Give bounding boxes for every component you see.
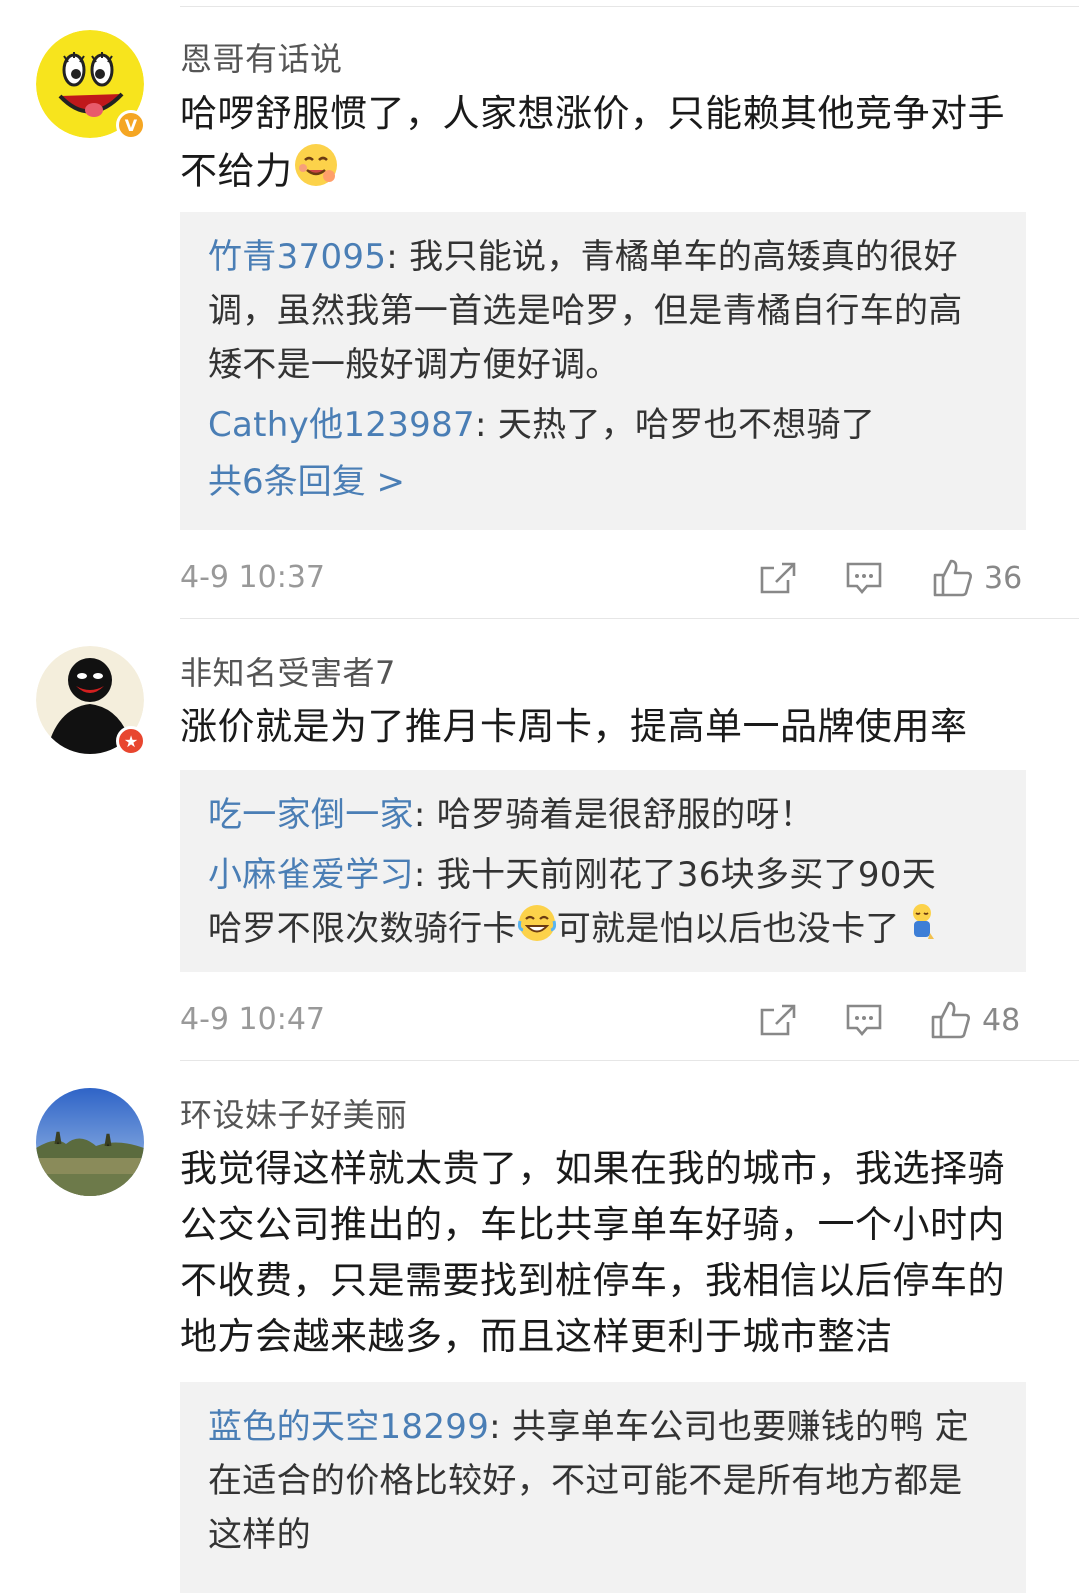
content-line: 公交公司推出的，车比共享单车好骑，一个小时内 xyxy=(180,1203,1005,1246)
reply-line: 哈罗不限次数骑行卡 可就是怕以后也没卡了 xyxy=(208,902,998,959)
landscape-avatar-icon xyxy=(36,1088,144,1196)
reply-box[interactable]: 吃一家倒一家: 哈罗骑着是很舒服的呀！ 小麻雀爱学习: 我十天前刚花了36块多买… xyxy=(180,770,1026,972)
like-button[interactable]: 36 xyxy=(932,556,1022,600)
reply-text: 共享单车公司也要赚钱的鸭 定 xyxy=(512,1407,970,1447)
reply-text: 我十天前刚花了36块多买了90天 xyxy=(436,855,937,895)
verified-badge-icon: V xyxy=(116,110,146,140)
username[interactable]: 非知名受害者7 xyxy=(180,648,396,694)
share-icon xyxy=(760,562,796,594)
comment-icon xyxy=(846,562,882,595)
like-button[interactable]: 48 xyxy=(930,998,1020,1042)
content-text: 不给力 xyxy=(180,149,293,193)
avatar[interactable]: V xyxy=(36,30,146,140)
reply-username[interactable]: 竹青37095 xyxy=(208,237,386,277)
like-count: 36 xyxy=(984,560,1023,596)
reply-text: 在适合的价格比较好，不过可能不是所有地方都是 xyxy=(208,1461,963,1501)
reply-text: 可就是怕以后也没卡了 xyxy=(556,909,900,949)
content-line: 不给力 xyxy=(180,142,1040,204)
thumbs-up-icon xyxy=(931,1001,970,1039)
content-line: 哈啰舒服惯了，人家想涨价，只能赖其他竞争对手 xyxy=(180,92,1005,135)
share-icon xyxy=(760,1004,796,1036)
like-count: 48 xyxy=(982,1002,1021,1038)
comment-meta: 4-9 10:47 48 xyxy=(180,994,1026,1044)
reply-username[interactable]: 蓝色的天空18299 xyxy=(208,1407,489,1447)
comment-meta: 4-9 10:37 36 xyxy=(180,552,1026,602)
reply-username[interactable]: 吃一家倒一家 xyxy=(208,795,414,835)
reply-text: 哈罗骑着是很舒服的呀！ xyxy=(436,795,814,835)
reply-box[interactable]: 蓝色的天空18299: 共享单车公司也要赚钱的鸭 定 在适合的价格比较好，不过可… xyxy=(180,1382,1026,1593)
reply-text: 矮不是一般好调方便好调。 xyxy=(208,345,620,385)
comment-button[interactable] xyxy=(845,556,883,600)
reply-text: 哈罗不限次数骑行卡 xyxy=(208,909,517,949)
laughing-crying-emoji-icon xyxy=(517,903,557,959)
reply: Cathy他123987: 天热了，哈罗也不想骑了 xyxy=(208,405,876,445)
more-replies-link[interactable]: 共6条回复 > xyxy=(208,452,998,512)
reply-text: 天热了，哈罗也不想骑了 xyxy=(497,405,876,445)
divider xyxy=(180,1060,1079,1061)
reply-username[interactable]: 小麻雀爱学习 xyxy=(208,855,414,895)
avatar[interactable] xyxy=(36,1088,144,1196)
comment-button[interactable] xyxy=(845,998,883,1042)
comment-content: 涨价就是为了推月卡周卡，提高单一品牌使用率 xyxy=(180,705,968,748)
top-divider xyxy=(180,6,1079,7)
reply-text: 这样的 xyxy=(208,1515,311,1555)
username[interactable]: 环设妹子好美丽 xyxy=(180,1090,408,1136)
content-line: 我觉得这样就太贵了，如果在我的城市，我选择骑 xyxy=(180,1147,1005,1190)
thumbs-up-icon xyxy=(933,559,972,597)
drooling-emoji-icon xyxy=(293,142,339,204)
comment-content: 我觉得这样就太贵了，如果在我的城市，我选择骑 公交公司推出的，车比共享单车好骑，… xyxy=(180,1141,1040,1365)
divider xyxy=(180,618,1079,619)
comment-content: 哈啰舒服惯了，人家想涨价，只能赖其他竞争对手 不给力 xyxy=(180,86,1040,204)
timestamp: 4-9 10:47 xyxy=(180,1002,325,1037)
share-button[interactable] xyxy=(758,998,798,1042)
star-badge-icon: ★ xyxy=(116,726,146,756)
crying-figure-emoji-icon xyxy=(908,903,936,959)
reply-box[interactable]: 竹青37095: 我只能说，青橘单车的高矮真的很好 调，虽然我第一首选是哈罗，但… xyxy=(180,212,1026,530)
comment-icon xyxy=(846,1004,882,1037)
reply-text: 我只能说，青橘单车的高矮真的很好 xyxy=(409,237,958,277)
reply: 竹青37095: 我只能说，青橘单车的高矮真的很好 xyxy=(208,237,958,277)
avatar[interactable]: ★ xyxy=(36,646,146,756)
share-button[interactable] xyxy=(758,556,798,600)
username[interactable]: 恩哥有话说 xyxy=(180,34,343,80)
reply: 蓝色的天空18299: 共享单车公司也要赚钱的鸭 定 xyxy=(208,1407,970,1447)
reply: 小麻雀爱学习: 我十天前刚花了36块多买了90天 xyxy=(208,855,937,895)
reply-text: 调，虽然我第一首选是哈罗，但是青橘自行车的高 xyxy=(208,291,963,331)
reply-username[interactable]: Cathy他123987 xyxy=(208,405,475,445)
timestamp: 4-9 10:37 xyxy=(180,560,325,595)
content-line: 地方会越来越多，而且这样更利于城市整洁 xyxy=(180,1315,893,1358)
content-line: 不收费，只是需要找到桩停车，我相信以后停车的 xyxy=(180,1259,1005,1302)
reply: 吃一家倒一家: 哈罗骑着是很舒服的呀！ xyxy=(208,795,814,835)
